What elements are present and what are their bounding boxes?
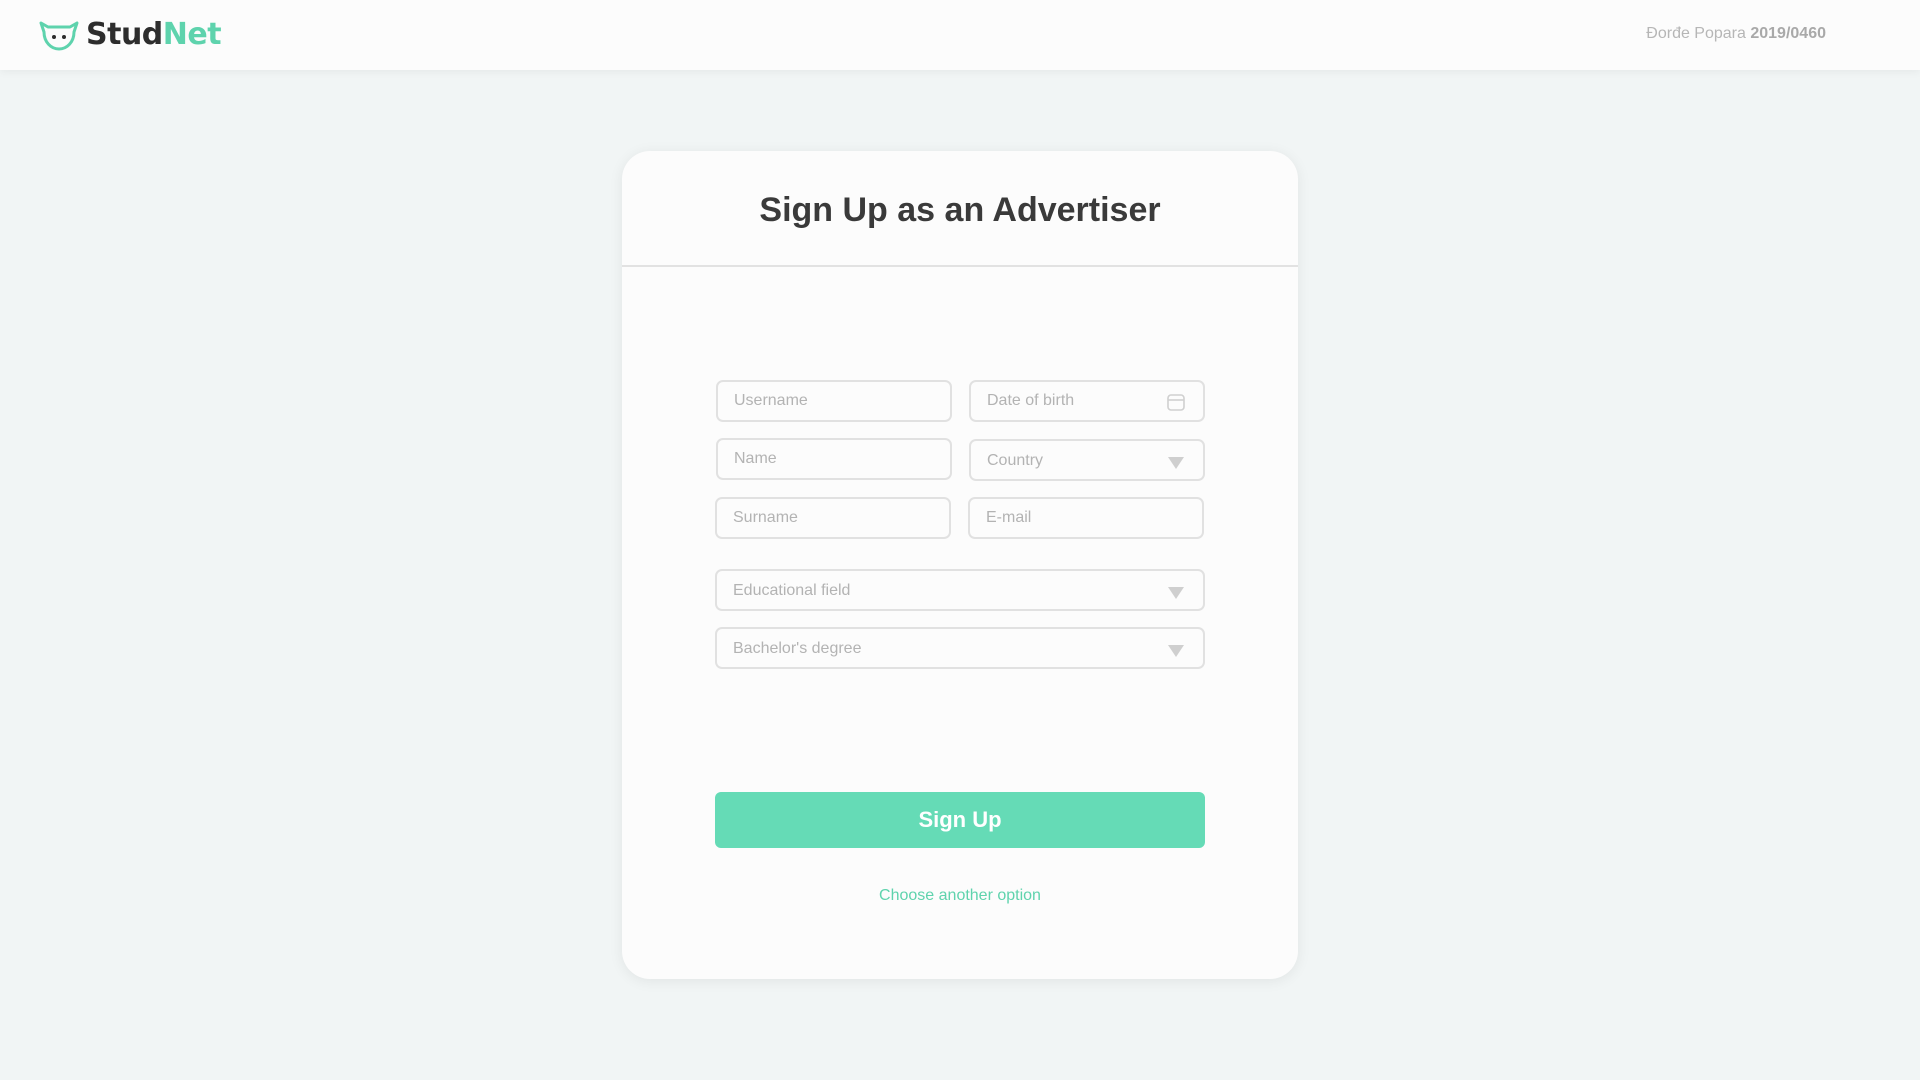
degree-select-value: Bachelor's degree (733, 640, 862, 657)
name-input[interactable] (718, 440, 950, 478)
educational-field-select[interactable]: Educational field (715, 569, 1205, 611)
name-field[interactable] (716, 438, 952, 480)
country-select[interactable]: Country (969, 439, 1205, 481)
chevron-down-icon (1168, 645, 1184, 657)
title-divider (622, 265, 1298, 267)
user-name: Đorđe Popara (1646, 25, 1746, 42)
educational-field-value: Educational field (733, 582, 851, 599)
chevron-down-icon (1168, 587, 1184, 599)
page-title: Sign Up as an Advertiser (759, 191, 1161, 229)
username-input[interactable] (718, 382, 950, 420)
email-field[interactable] (968, 497, 1204, 539)
brand-logo[interactable]: StudNet (38, 14, 222, 56)
user-id: 2019/0460 (1750, 25, 1826, 42)
surname-field[interactable] (715, 497, 951, 539)
country-select-value: Country (987, 452, 1044, 469)
degree-select[interactable]: Bachelor's degree (715, 627, 1205, 669)
chevron-down-icon (1168, 457, 1184, 469)
brand-name-dark: Stud (86, 17, 163, 52)
top-bar: StudNet Đorđe Popara 2019/0460 (0, 0, 1920, 70)
brand-name: StudNet (86, 17, 222, 52)
studnet-logo-icon (39, 21, 79, 51)
choose-another-option-link[interactable]: Choose another option (622, 887, 1298, 905)
calendar-icon[interactable] (1167, 393, 1185, 411)
surname-input[interactable] (717, 499, 949, 537)
username-field[interactable] (716, 380, 952, 422)
brand-name-green: Net (162, 17, 222, 52)
user-info: Đorđe Popara 2019/0460 (1646, 25, 1826, 43)
sign-up-button[interactable]: Sign Up (715, 792, 1205, 848)
dob-field[interactable] (969, 380, 1205, 422)
signup-card: Sign Up as an Advertiser Country Educati… (622, 151, 1298, 979)
email-input[interactable] (970, 499, 1202, 537)
